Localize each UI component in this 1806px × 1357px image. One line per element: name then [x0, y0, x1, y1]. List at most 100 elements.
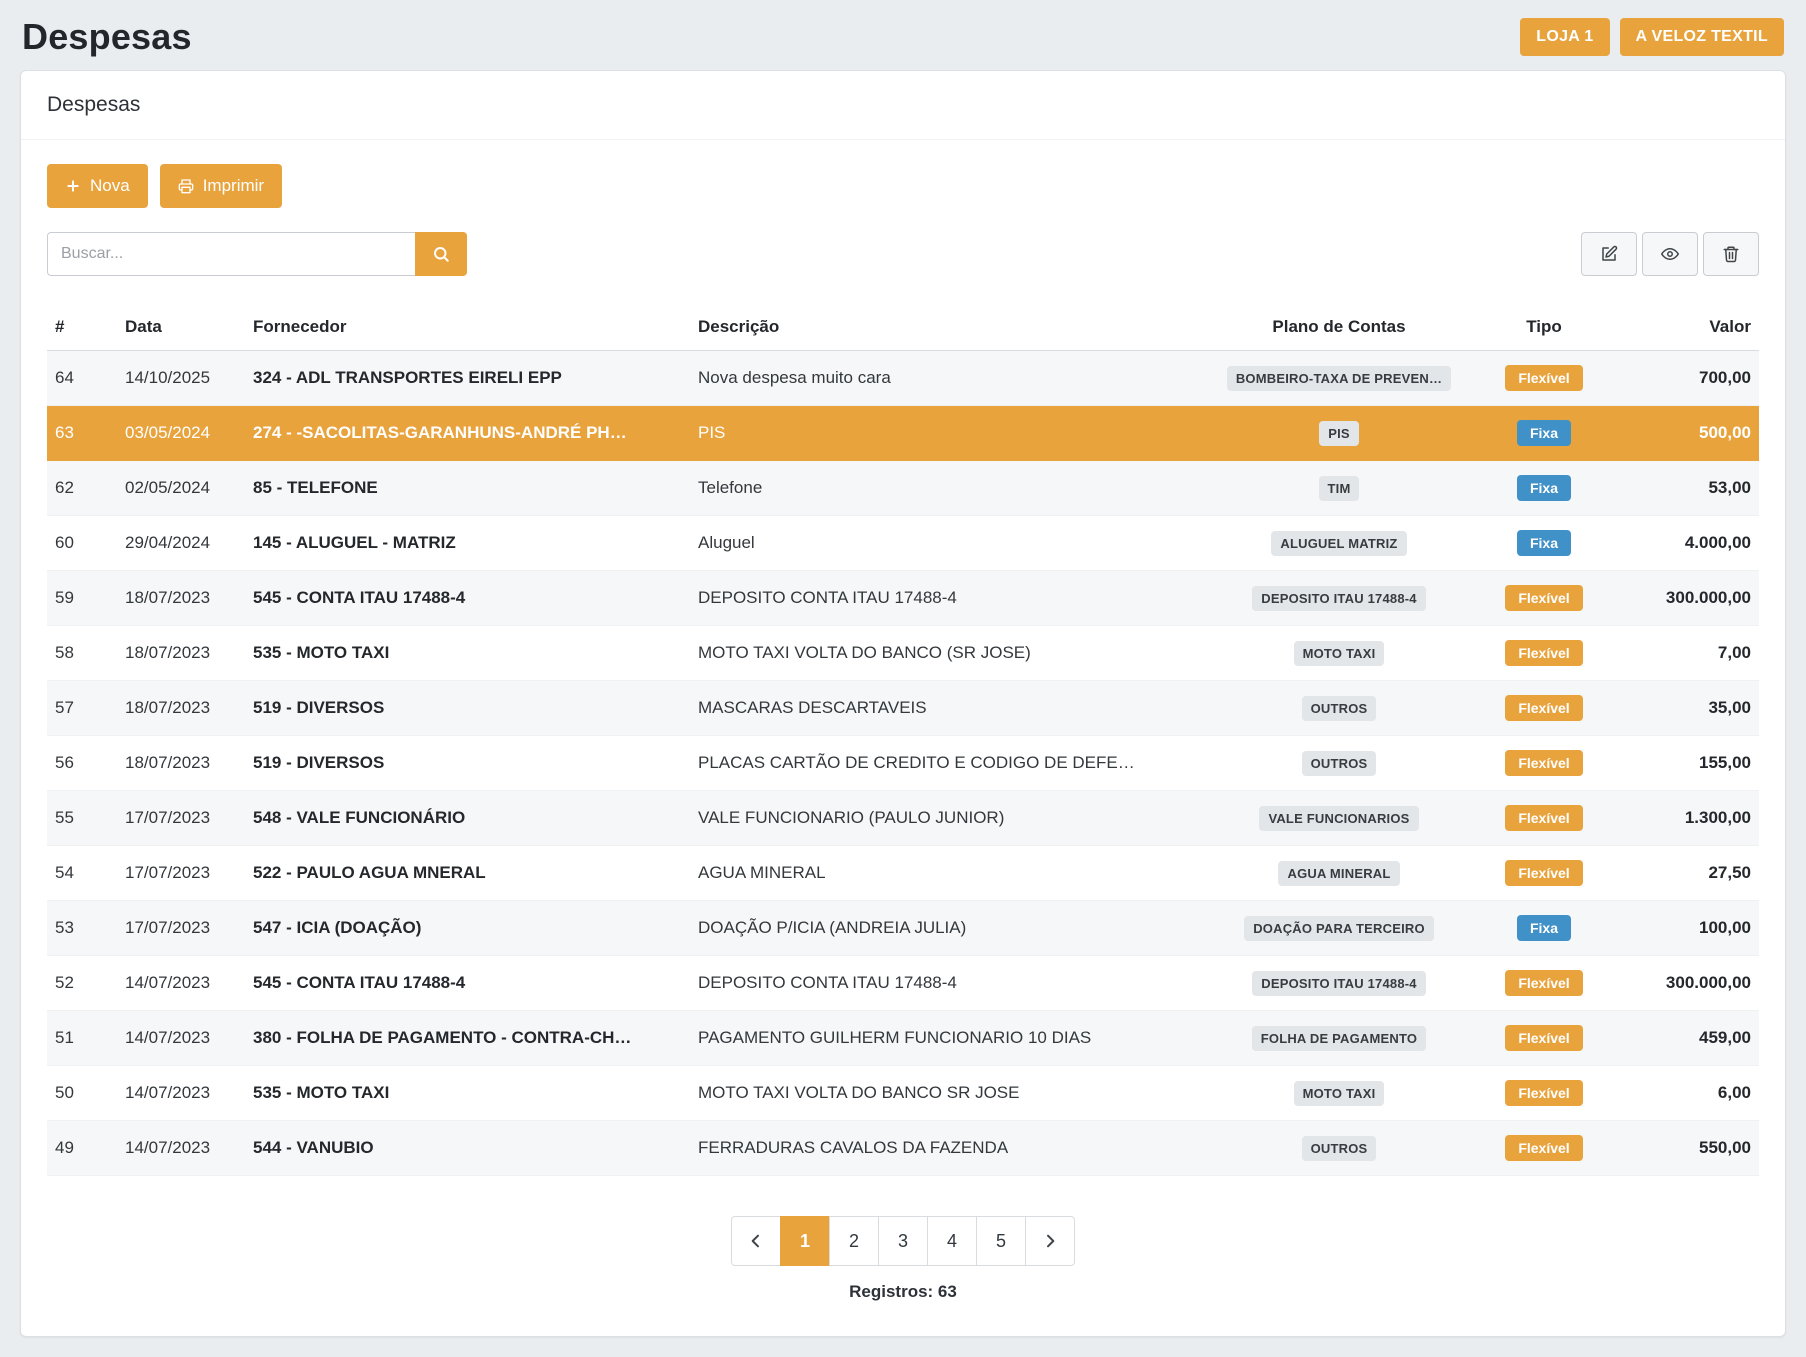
cell-valor: 7,00	[1615, 626, 1759, 681]
cell-data: 03/05/2024	[117, 406, 245, 461]
pagination-page-button[interactable]: 4	[927, 1216, 977, 1266]
records-count: Registros: 63	[47, 1282, 1759, 1302]
cell-id: 59	[47, 571, 117, 626]
cell-plano: AGUA MINERAL	[1205, 846, 1473, 901]
tipo-badge: Flexível	[1505, 585, 1582, 611]
pagination-prev-button[interactable]	[731, 1216, 781, 1266]
cell-descricao: MOTO TAXI VOLTA DO BANCO (SR JOSE)	[690, 626, 1205, 681]
cell-plano: OUTROS	[1205, 681, 1473, 736]
cell-fornecedor: 324 - ADL TRANSPORTES EIRELI EPP	[245, 351, 690, 406]
table-header-row: # Data Fornecedor Descrição Plano de Con…	[47, 304, 1759, 351]
pencil-square-icon	[1600, 245, 1618, 263]
cell-id: 50	[47, 1066, 117, 1121]
cell-descricao: DEPOSITO CONTA ITAU 17488-4	[690, 956, 1205, 1011]
table-row[interactable]: 62 02/05/2024 85 - TELEFONE Telefone TIM…	[47, 461, 1759, 516]
table-row[interactable]: 50 14/07/2023 535 - MOTO TAXI MOTO TAXI …	[47, 1066, 1759, 1121]
new-expense-button[interactable]: Nova	[47, 164, 148, 208]
cell-descricao: PIS	[690, 406, 1205, 461]
cell-tipo: Fixa	[1473, 406, 1615, 461]
cell-valor: 6,00	[1615, 1066, 1759, 1121]
col-valor: Valor	[1615, 304, 1759, 351]
cell-plano: DEPOSITO ITAU 17488-4	[1205, 571, 1473, 626]
plano-badge: BOMBEIRO-TAXA DE PREVEN…	[1227, 366, 1451, 391]
controls-row	[47, 232, 1759, 276]
table-row[interactable]: 64 14/10/2025 324 - ADL TRANSPORTES EIRE…	[47, 351, 1759, 406]
search-input[interactable]	[47, 232, 415, 276]
table-row[interactable]: 55 17/07/2023 548 - VALE FUNCIONÁRIO VAL…	[47, 791, 1759, 846]
print-button[interactable]: Imprimir	[160, 164, 282, 208]
plano-badge: DOAÇÃO PARA TERCEIRO	[1244, 916, 1434, 941]
cell-descricao: Nova despesa muito cara	[690, 351, 1205, 406]
table-row[interactable]: 63 03/05/2024 274 - -SACOLITAS-GARANHUNS…	[47, 406, 1759, 461]
cell-plano: OUTROS	[1205, 1121, 1473, 1176]
cell-plano: DEPOSITO ITAU 17488-4	[1205, 956, 1473, 1011]
cell-id: 52	[47, 956, 117, 1011]
edit-button[interactable]	[1581, 232, 1637, 276]
cell-valor: 35,00	[1615, 681, 1759, 736]
cell-data: 29/04/2024	[117, 516, 245, 571]
table-row[interactable]: 52 14/07/2023 545 - CONTA ITAU 17488-4 D…	[47, 956, 1759, 1011]
table-row[interactable]: 57 18/07/2023 519 - DIVERSOS MASCARAS DE…	[47, 681, 1759, 736]
cell-plano: BOMBEIRO-TAXA DE PREVEN…	[1205, 351, 1473, 406]
pagination-page-button[interactable]: 1	[780, 1216, 830, 1266]
tipo-badge: Flexível	[1505, 640, 1582, 666]
pagination-page-button[interactable]: 2	[829, 1216, 879, 1266]
search-button[interactable]	[415, 232, 467, 276]
cell-valor: 1.300,00	[1615, 791, 1759, 846]
table-row[interactable]: 56 18/07/2023 519 - DIVERSOS PLACAS CART…	[47, 736, 1759, 791]
cell-valor: 300.000,00	[1615, 956, 1759, 1011]
cell-tipo: Flexível	[1473, 846, 1615, 901]
pagination-next-button[interactable]	[1025, 1216, 1075, 1266]
plano-badge: OUTROS	[1302, 1136, 1377, 1161]
cell-id: 51	[47, 1011, 117, 1066]
company-button[interactable]: A VELOZ TEXTIL	[1620, 18, 1785, 56]
view-button[interactable]	[1642, 232, 1698, 276]
cell-id: 54	[47, 846, 117, 901]
table-row[interactable]: 60 29/04/2024 145 - ALUGUEL - MATRIZ Alu…	[47, 516, 1759, 571]
table-row[interactable]: 59 18/07/2023 545 - CONTA ITAU 17488-4 D…	[47, 571, 1759, 626]
cell-id: 64	[47, 351, 117, 406]
cell-data: 17/07/2023	[117, 791, 245, 846]
table-row[interactable]: 53 17/07/2023 547 - ICIA (DOAÇÃO) DOAÇÃO…	[47, 901, 1759, 956]
cell-valor: 27,50	[1615, 846, 1759, 901]
cell-tipo: Fixa	[1473, 461, 1615, 516]
plano-badge: MOTO TAXI	[1294, 641, 1385, 666]
cell-data: 14/07/2023	[117, 956, 245, 1011]
trash-icon	[1722, 245, 1740, 263]
plano-badge: MOTO TAXI	[1294, 1081, 1385, 1106]
page-header: Despesas LOJA 1 A VELOZ TEXTIL	[0, 0, 1806, 70]
cell-fornecedor: 380 - FOLHA DE PAGAMENTO - CONTRA-CH…	[245, 1011, 690, 1066]
cell-fornecedor: 274 - -SACOLITAS-GARANHUNS-ANDRÉ PH…	[245, 406, 690, 461]
cell-data: 02/05/2024	[117, 461, 245, 516]
col-fornecedor: Fornecedor	[245, 304, 690, 351]
plano-badge: ALUGUEL MATRIZ	[1271, 531, 1406, 556]
plano-badge: OUTROS	[1302, 696, 1377, 721]
pagination-page-button[interactable]: 3	[878, 1216, 928, 1266]
cell-descricao: MASCARAS DESCARTAVEIS	[690, 681, 1205, 736]
pagination-page-button[interactable]: 5	[976, 1216, 1026, 1266]
tipo-badge: Flexível	[1505, 695, 1582, 721]
cell-tipo: Flexível	[1473, 571, 1615, 626]
cell-fornecedor: 519 - DIVERSOS	[245, 681, 690, 736]
cell-descricao: Aluguel	[690, 516, 1205, 571]
header-buttons: LOJA 1 A VELOZ TEXTIL	[1520, 18, 1784, 56]
cell-tipo: Flexível	[1473, 681, 1615, 736]
table-row[interactable]: 54 17/07/2023 522 - PAULO AGUA MNERAL AG…	[47, 846, 1759, 901]
cell-tipo: Flexível	[1473, 626, 1615, 681]
cell-fornecedor: 545 - CONTA ITAU 17488-4	[245, 571, 690, 626]
cell-tipo: Flexível	[1473, 1121, 1615, 1176]
cell-tipo: Fixa	[1473, 901, 1615, 956]
delete-button[interactable]	[1703, 232, 1759, 276]
tipo-badge: Fixa	[1517, 915, 1571, 941]
cell-data: 14/07/2023	[117, 1011, 245, 1066]
table-row[interactable]: 58 18/07/2023 535 - MOTO TAXI MOTO TAXI …	[47, 626, 1759, 681]
plano-badge: DEPOSITO ITAU 17488-4	[1252, 971, 1425, 996]
cell-valor: 459,00	[1615, 1011, 1759, 1066]
cell-tipo: Flexível	[1473, 791, 1615, 846]
table-row[interactable]: 51 14/07/2023 380 - FOLHA DE PAGAMENTO -…	[47, 1011, 1759, 1066]
cell-plano: MOTO TAXI	[1205, 1066, 1473, 1121]
cell-tipo: Flexível	[1473, 736, 1615, 791]
table-row[interactable]: 49 14/07/2023 544 - VANUBIO FERRADURAS C…	[47, 1121, 1759, 1176]
loja-button[interactable]: LOJA 1	[1520, 18, 1609, 56]
cell-descricao: DEPOSITO CONTA ITAU 17488-4	[690, 571, 1205, 626]
